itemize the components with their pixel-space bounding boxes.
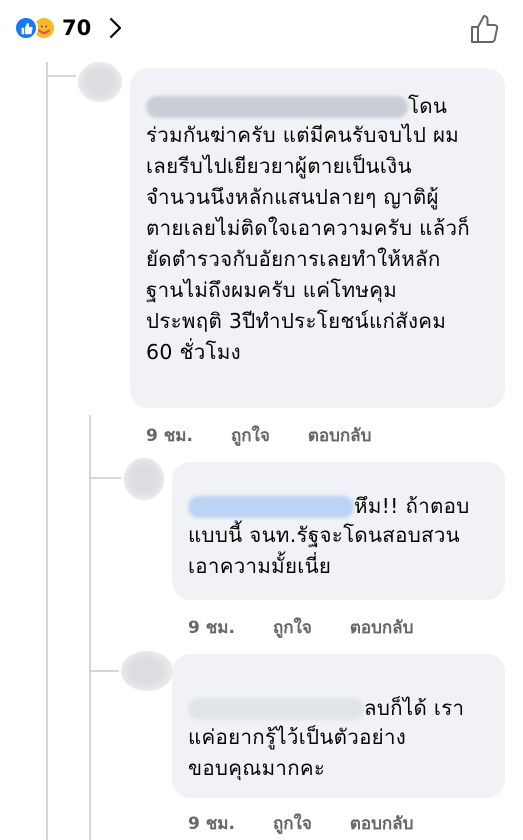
reactions-bar: 70	[0, 0, 523, 58]
reaction-count: 70	[62, 16, 92, 40]
reply-link[interactable]: ตอบกลับ	[308, 422, 372, 449]
comment-line: ยัดตำรวจกับอัยการเลยทำให้หลัก	[146, 247, 441, 271]
comment-time[interactable]: 9 ชม.	[188, 810, 235, 837]
comment-line: แค่อยากรู้ไว้เป็นตัวอย่าง	[188, 725, 407, 749]
reply-link[interactable]: ตอบกลับ	[350, 810, 414, 837]
comment-bubble: โดน ร่วมกันฆ่าครับ แต่มีคนรับจบไป ผม เลย…	[130, 68, 505, 408]
avatar[interactable]	[124, 458, 164, 500]
thread-connector-2	[89, 477, 121, 479]
avatar[interactable]	[121, 651, 173, 691]
comment-time[interactable]: 9 ชม.	[188, 614, 235, 641]
blurred-name	[188, 698, 364, 720]
avatar[interactable]	[78, 62, 122, 102]
like-link[interactable]: ถูกใจ	[273, 810, 312, 837]
reply-link[interactable]: ตอบกลับ	[350, 614, 414, 641]
comment-line: แบบนี้ จนท.รัฐจะโดนสอบสวน	[188, 523, 460, 547]
comment-line: ขอบคุณมากคะ	[188, 756, 326, 780]
reactions-summary[interactable]: 70	[14, 14, 125, 42]
comment-line: ร่วมกันฆ่าครับ แต่มีคนรับจบไป ผม	[146, 123, 460, 147]
thread-connector-1	[46, 75, 76, 77]
comment-line: ลบก็ได้ เรา	[188, 694, 489, 722]
comment-line: หึม!! ถ้าตอบ	[188, 492, 489, 520]
blurred-name	[188, 496, 354, 518]
comment-meta: 9 ชม. ถูกใจ ตอบกลับ	[188, 614, 451, 641]
reply-bubble: หึม!! ถ้าตอบ แบบนี้ จนท.รัฐจะโดนสอบสวน เ…	[172, 462, 505, 600]
thread-connector-3	[89, 670, 119, 672]
comment-time[interactable]: 9 ชม.	[146, 422, 193, 449]
comment-meta: 9 ชม. ถูกใจ ตอบกลับ	[146, 422, 409, 449]
blurred-name	[146, 96, 408, 118]
reply-bubble: ลบก็ได้ เรา แค่อยากรู้ไว้เป็นตัวอย่าง ขอ…	[172, 654, 505, 798]
chevron-right-icon[interactable]	[105, 16, 125, 40]
like-reaction-icon	[14, 16, 38, 40]
comment-line: จำนวนนึงหลักแสนปลายๆ ญาติผู้	[146, 185, 439, 209]
comment-line: เอาความมั้ยเนี่ย	[188, 554, 332, 578]
comment-line: ตายเลยไม่ติดใจเอาความครับ แล้วก็	[146, 216, 471, 240]
like-thumb-icon[interactable]	[469, 13, 501, 45]
comment-line: 60 ชั่วโมง	[146, 340, 241, 364]
thread-line-main	[46, 62, 48, 840]
comment-line: ประพฤติ 3ปีทำประโยชน์แก่สังคม	[146, 309, 447, 333]
comment-line: เลยรีบไปเยียวยาผู้ตายเป็นเงิน	[146, 154, 412, 178]
like-link[interactable]: ถูกใจ	[273, 614, 312, 641]
comment-meta: 9 ชม. ถูกใจ ตอบกลับ	[188, 810, 451, 837]
like-link[interactable]: ถูกใจ	[231, 422, 270, 449]
comment-line: ฐานไม่ถึงผมครับ แค่โทษคุม	[146, 278, 398, 302]
comment-line: โดน	[146, 92, 489, 120]
